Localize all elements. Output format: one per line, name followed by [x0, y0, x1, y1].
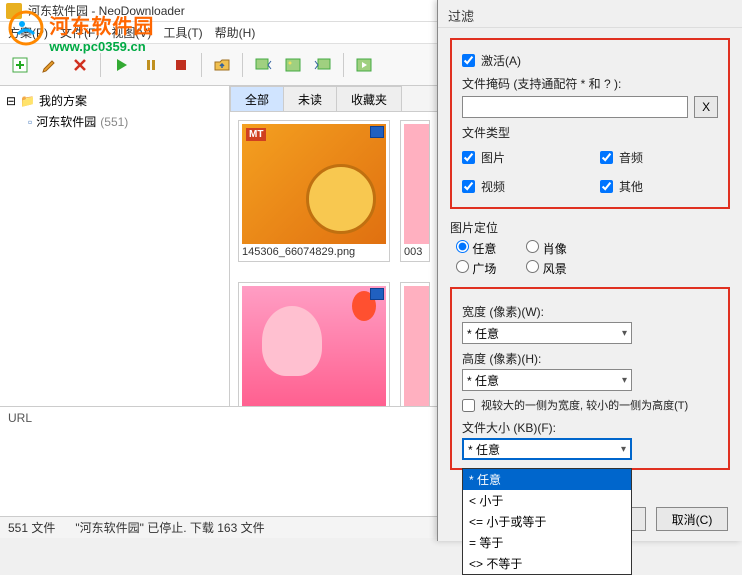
activate-label: 激活(A) [481, 52, 521, 69]
tree-panel: ⊟ 📁 我的方案 ▫ 河东软件园 (551) [0, 86, 230, 406]
orient-square-radio[interactable] [456, 260, 469, 273]
audio-checkbox[interactable] [600, 151, 613, 164]
thumbnail-item[interactable]: 1419 [400, 282, 430, 406]
image-button[interactable] [279, 51, 307, 79]
filetype-label: 文件类型 [462, 124, 718, 141]
dropdown-option-lt[interactable]: < 小于 [463, 490, 631, 511]
dropdown-option-neq[interactable]: <> 不等于 [463, 553, 631, 574]
edit-button[interactable] [36, 51, 64, 79]
stop-button[interactable] [167, 51, 195, 79]
status-message: "河东软件园" 已停止. 下载 163 文件 [75, 519, 264, 536]
separator [100, 53, 101, 77]
menu-help[interactable]: 帮助(H) [215, 24, 256, 41]
orient-any[interactable]: 任意 [456, 240, 496, 257]
add-button[interactable] [6, 51, 34, 79]
image-label: 图片 [481, 149, 505, 166]
dropdown-option-lte[interactable]: <= 小于或等于 [463, 511, 631, 532]
dropdown-option-any[interactable]: * 任意 [463, 469, 631, 490]
orient-any-radio[interactable] [456, 240, 469, 253]
chevron-down-icon: ▾ [622, 328, 627, 339]
image-next-button[interactable] [309, 51, 337, 79]
swap-checkbox[interactable] [462, 399, 475, 412]
dialog-title: 过滤 [438, 0, 742, 28]
chevron-down-icon: ▾ [622, 375, 627, 386]
video-checkbox[interactable] [462, 180, 475, 193]
pause-button[interactable] [137, 51, 165, 79]
thumbnail-item[interactable]: 003 [400, 120, 430, 262]
document-icon: ▫ [28, 115, 32, 129]
orient-square[interactable]: 广场 [456, 260, 496, 277]
dropdown-option-eq[interactable]: = 等于 [463, 532, 631, 553]
orient-portrait-radio[interactable] [526, 240, 539, 253]
orient-landscape[interactable]: 风景 [526, 260, 566, 277]
filesize-select[interactable]: * 任意▾ [462, 438, 632, 460]
highlight-box-1: 激活(A) 文件掩码 (支持通配符 * 和 ? ): X 文件类型 图片 音频 … [450, 38, 730, 209]
filesize-label: 文件大小 (KB)(F): [462, 419, 718, 436]
mask-label: 文件掩码 (支持通配符 * 和 ? ): [462, 75, 718, 92]
tree-root-label: 我的方案 [39, 92, 87, 109]
delete-button[interactable] [66, 51, 94, 79]
slideshow-button[interactable] [350, 51, 378, 79]
image-prev-button[interactable] [249, 51, 277, 79]
tree-root[interactable]: ⊟ 📁 我的方案 [4, 90, 225, 111]
tab-all[interactable]: 全部 [230, 86, 284, 111]
orient-portrait[interactable]: 肖像 [526, 240, 566, 257]
thumbnail-item[interactable]: 145306_66074829.png [238, 120, 390, 262]
other-label: 其他 [619, 178, 643, 195]
width-select[interactable]: * 任意▾ [462, 322, 632, 344]
tree-child[interactable]: ▫ 河东软件园 (551) [4, 111, 225, 132]
separator [343, 53, 344, 77]
orientation-label: 图片定位 [450, 219, 730, 236]
highlight-box-2: 宽度 (像素)(W): * 任意▾ 高度 (像素)(H): * 任意▾ 视较大的… [450, 287, 730, 470]
height-label: 高度 (像素)(H): [462, 350, 718, 367]
swap-label: 视较大的一侧为宽度, 较小的一侧为高度(T) [481, 397, 688, 413]
menu-project[interactable]: 方案(P) [8, 24, 48, 41]
tab-favorites[interactable]: 收藏夹 [336, 86, 402, 111]
mask-input[interactable] [462, 96, 688, 118]
folder-icon: 📁 [20, 94, 35, 108]
window-title: 河东软件园 - NeoDownloader [28, 2, 185, 19]
video-label: 视频 [481, 178, 505, 195]
filesize-dropdown: * 任意 < 小于 <= 小于或等于 = 等于 <> 不等于 [462, 468, 632, 575]
menu-view[interactable]: 视图(V) [111, 24, 151, 41]
chevron-down-icon: ▾ [621, 444, 626, 455]
menu-file[interactable]: 文件(F) [60, 24, 99, 41]
audio-label: 音频 [619, 149, 643, 166]
thumbnail-caption: 145306_66074829.png [242, 244, 386, 258]
app-icon [6, 3, 22, 19]
other-checkbox[interactable] [600, 180, 613, 193]
cancel-button[interactable]: 取消(C) [656, 507, 728, 531]
image-badge-icon [370, 126, 384, 138]
play-button[interactable] [107, 51, 135, 79]
activate-checkbox[interactable] [462, 54, 475, 67]
filter-dialog: 过滤 激活(A) 文件掩码 (支持通配符 * 和 ? ): X 文件类型 图片 … [437, 0, 742, 541]
image-badge-icon [370, 288, 384, 300]
height-select[interactable]: * 任意▾ [462, 369, 632, 391]
menu-tools[interactable]: 工具(T) [163, 24, 202, 41]
thumbnail-caption: 003 [404, 244, 426, 258]
minus-icon: ⊟ [6, 94, 16, 108]
width-label: 宽度 (像素)(W): [462, 303, 718, 320]
folder-up-button[interactable] [208, 51, 236, 79]
image-checkbox[interactable] [462, 151, 475, 164]
tree-child-label: 河东软件园 [36, 113, 96, 130]
thumbnail-item[interactable]: 142431_20604318.png [238, 282, 390, 406]
orient-landscape-radio[interactable] [526, 260, 539, 273]
tree-child-count: (551) [100, 115, 128, 129]
status-file-count: 551 文件 [8, 519, 55, 536]
separator [201, 53, 202, 77]
separator [242, 53, 243, 77]
clear-mask-button[interactable]: X [694, 96, 718, 118]
tab-unread[interactable]: 未读 [283, 86, 337, 111]
